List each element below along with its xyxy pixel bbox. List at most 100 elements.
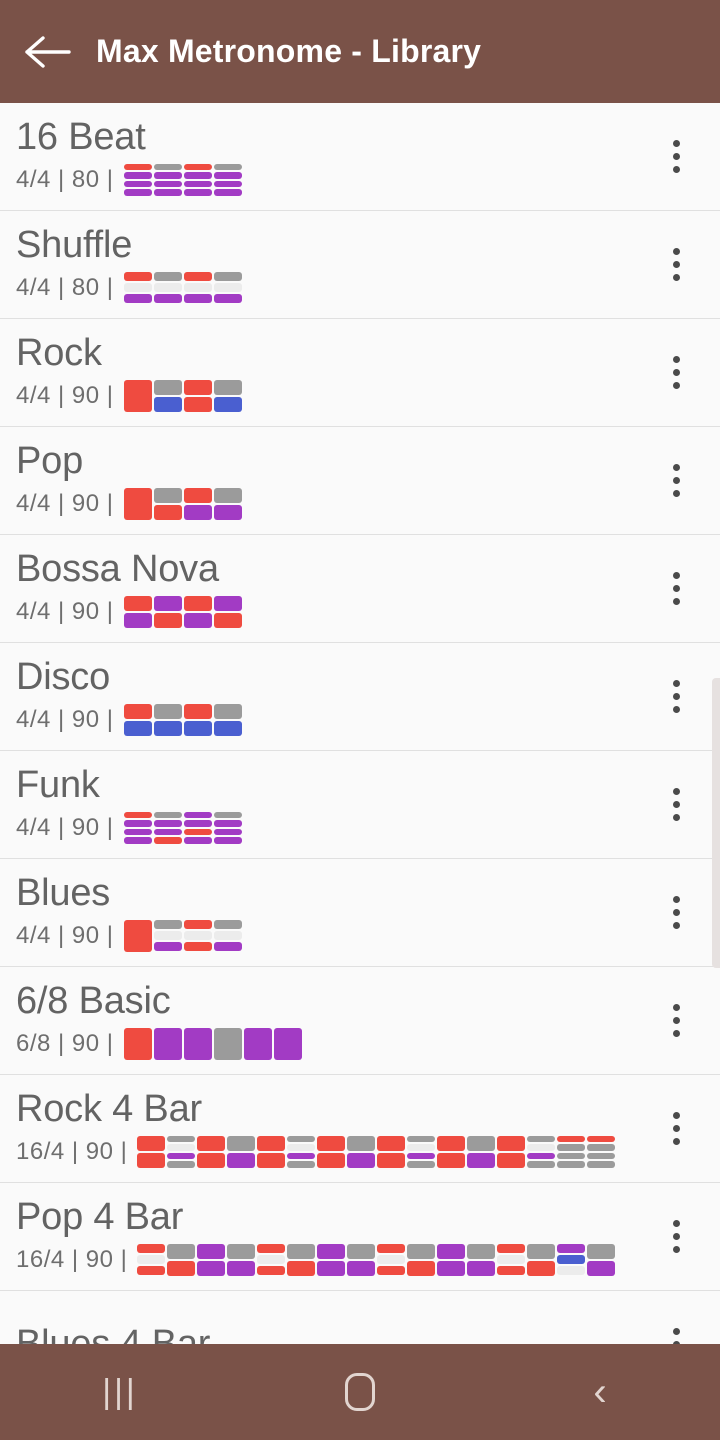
scrollbar-thumb[interactable] [712,678,720,968]
kebab-menu-icon[interactable] [654,967,698,1074]
pattern-cell [557,1135,586,1142]
list-item-title: 16 Beat [16,115,146,158]
pattern-beat [497,1243,526,1276]
list-item[interactable]: 6/8 Basic 6/8 | 90 | [0,967,720,1075]
pattern-cell [153,294,182,304]
kebab-menu-icon[interactable] [654,643,698,750]
pattern-cell [153,811,182,818]
kebab-menu-icon[interactable] [654,1075,698,1182]
pattern-beat [213,487,242,520]
pattern-cell [167,1260,196,1276]
kebab-menu-icon[interactable] [654,1291,698,1344]
pattern-cell [153,942,182,952]
pattern-beat [213,1027,242,1060]
pattern-beat [257,1243,286,1276]
pattern-beat [587,1135,616,1168]
list-item[interactable]: Bossa Nova 4/4 | 90 | [0,535,720,643]
pattern-cell [153,189,182,196]
pattern-cell [467,1135,496,1151]
pattern-cell [183,837,212,844]
pattern-beat [587,1243,616,1276]
kebab-menu-icon[interactable] [654,211,698,318]
list-item-title: Blues [16,871,111,914]
pattern-cell [183,282,212,293]
pattern-cell [197,1260,226,1276]
pattern-cell [317,1260,346,1276]
pattern-cell [243,1027,272,1060]
back-button[interactable] [0,0,96,103]
list-item[interactable]: 16 Beat 4/4 | 80 | [0,103,720,211]
pattern-cell [287,1135,316,1142]
pattern-cell [287,1144,316,1151]
pattern-beat [213,271,242,304]
list-item[interactable]: Pop 4/4 | 90 | [0,427,720,535]
pattern-cell [497,1266,526,1276]
nav-home-button[interactable] [240,1344,480,1440]
pattern-beat [437,1243,466,1276]
pattern-cell [213,837,242,844]
pattern-cell [183,396,212,412]
pattern-beat [213,379,242,412]
kebab-menu-icon[interactable] [654,1183,698,1290]
pattern-beat [317,1243,346,1276]
kebab-menu-icon[interactable] [654,319,698,426]
pattern-cell [183,189,212,196]
rhythm-pattern-preview [123,271,242,304]
pattern-cell [123,172,152,179]
pattern-cell [557,1243,586,1253]
list-item[interactable]: Pop 4 Bar 16/4 | 90 | [0,1183,720,1291]
pattern-cell [407,1152,436,1159]
pattern-cell [183,504,212,520]
kebab-menu-icon[interactable] [654,535,698,642]
list-item[interactable]: Blues 4/4 | 90 | [0,859,720,967]
pattern-cell [137,1266,166,1276]
nav-recents-button[interactable]: ||| [0,1344,240,1440]
pattern-cell [123,811,152,818]
pattern-cell [183,720,212,736]
list-item[interactable]: Shuffle 4/4 | 80 | [0,211,720,319]
pattern-cell [123,919,152,952]
list-item-subtitle: 4/4 | 80 | [16,271,720,305]
list-item[interactable]: Disco 4/4 | 90 | [0,643,720,751]
pattern-beat [123,487,152,520]
arrow-left-icon [25,35,71,69]
kebab-menu-icon[interactable] [654,103,698,210]
kebab-menu-icon[interactable] [654,751,698,858]
pattern-cell [213,189,242,196]
pattern-beat [317,1135,346,1168]
pattern-cell [317,1135,346,1151]
pattern-cell [587,1135,616,1142]
list-item[interactable]: Rock 4/4 | 90 | [0,319,720,427]
list-item[interactable]: Rock 4 Bar 16/4 | 90 | [0,1075,720,1183]
pattern-cell [137,1152,166,1168]
pattern-cell [123,379,152,412]
pattern-cell [407,1144,436,1151]
pattern-cell [257,1135,286,1151]
pattern-beat [213,595,242,628]
pattern-beat [123,595,152,628]
pattern-cell [213,811,242,818]
kebab-menu-icon[interactable] [654,427,698,534]
preset-list[interactable]: 16 Beat 4/4 | 80 | Shuffle 4/4 | 80 | Rock 4/… [0,103,720,1344]
pattern-cell [137,1243,166,1253]
pattern-cell [377,1152,406,1168]
list-item-meta: 4/4 | 90 | [16,489,114,517]
kebab-menu-icon[interactable] [654,859,698,966]
rhythm-pattern-preview [123,487,242,520]
pattern-beat [153,919,182,952]
pattern-cell [407,1243,436,1259]
pattern-cell [213,271,242,281]
pattern-cell [167,1161,196,1168]
pattern-cell [183,294,212,304]
pattern-cell [437,1260,466,1276]
pattern-cell [183,919,212,929]
list-item-title: Rock 4 Bar [16,1087,202,1130]
list-item[interactable]: Blues 4 Bar [0,1291,720,1344]
pattern-cell [123,180,152,187]
nav-back-button[interactable]: ‹ [480,1344,720,1440]
pattern-beat [183,595,212,628]
pattern-beat [557,1243,586,1276]
list-item[interactable]: Funk 4/4 | 90 | [0,751,720,859]
pattern-cell [153,820,182,827]
pattern-cell [153,595,182,611]
